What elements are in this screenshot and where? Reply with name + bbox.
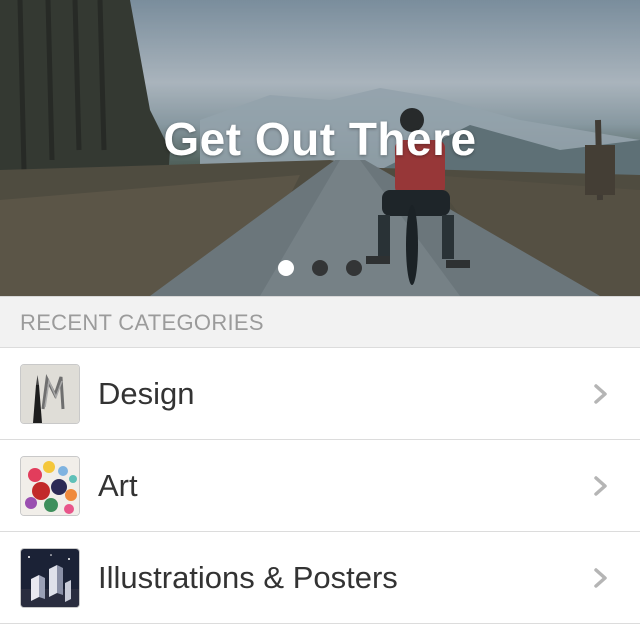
art-thumbnail-icon	[20, 456, 80, 516]
category-row-art[interactable]: Art	[0, 440, 640, 532]
page-dot-2[interactable]	[312, 260, 328, 276]
chevron-right-icon	[594, 384, 607, 404]
category-label: Art	[98, 468, 138, 503]
chevron-right-icon	[594, 568, 607, 588]
illustrations-thumbnail-icon	[20, 548, 80, 608]
page-dot-3[interactable]	[346, 260, 362, 276]
page-dot-1[interactable]	[278, 260, 294, 276]
page-indicator[interactable]	[0, 260, 640, 276]
hero-carousel[interactable]: Get Out There	[0, 0, 640, 296]
chevron-right-icon	[594, 476, 607, 496]
category-row-illustrations-posters[interactable]: Illustrations & Posters	[0, 532, 640, 624]
category-label: Illustrations & Posters	[98, 560, 398, 595]
category-label: Design	[98, 376, 195, 411]
section-header: RECENT CATEGORIES	[0, 296, 640, 348]
hero-title: Get Out There	[163, 113, 477, 165]
design-thumbnail-icon	[20, 364, 80, 424]
category-row-design[interactable]: Design	[0, 348, 640, 440]
